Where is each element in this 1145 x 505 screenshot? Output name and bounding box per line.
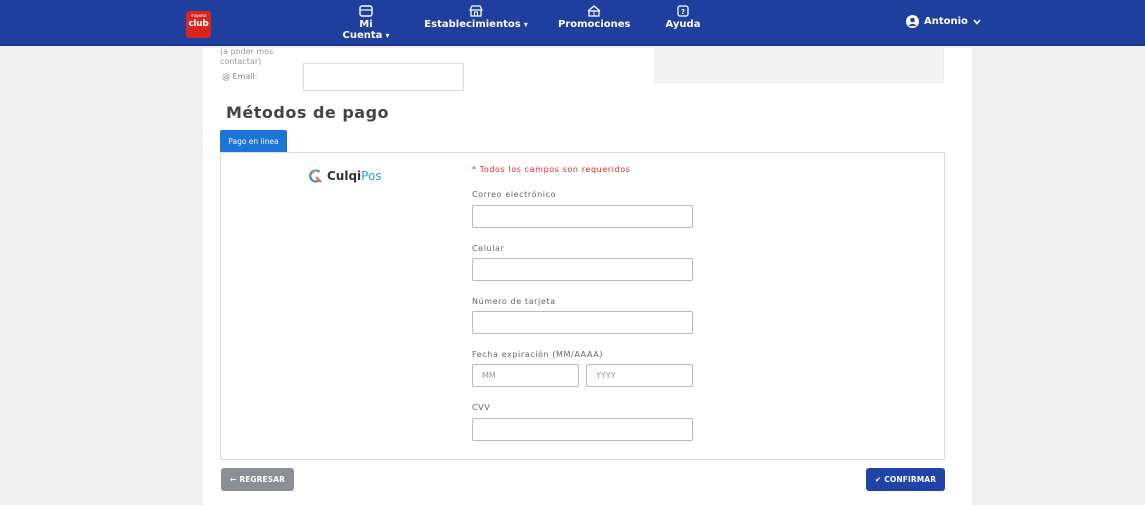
- phone-field[interactable]: [472, 258, 693, 281]
- confirm-button[interactable]: ✔ CONFIRMAR: [866, 468, 945, 491]
- back-button-label: REGRESAR: [239, 475, 286, 484]
- nav-establecimientos[interactable]: Establecimientos ▾: [421, 5, 531, 30]
- check-icon: ✔: [874, 475, 882, 484]
- chevron-down-icon: ▾: [385, 31, 390, 40]
- cvv-label: CVV: [472, 403, 491, 412]
- contact-partial-line-1: (a poder mos: [220, 47, 274, 56]
- payment-panel: [220, 152, 945, 460]
- card-number-field[interactable]: [472, 311, 693, 334]
- chevron-down-icon: ▾: [523, 20, 528, 29]
- email-field-label: Correo electrónico: [472, 190, 557, 199]
- top-navbar: mayorsa club Mi Cuenta ▾ Establecimientos…: [0, 0, 1145, 46]
- expiry-label: Fecha expiración (MM/AAAA): [472, 350, 604, 359]
- contact-email-input[interactable]: [303, 63, 464, 91]
- nav-mi-cuenta-label: Mi Cuenta: [342, 19, 383, 41]
- logo-top-text: mayorsa: [190, 13, 207, 18]
- nav-mi-cuenta[interactable]: Mi Cuenta ▾: [336, 5, 396, 41]
- culqi-pos-logo: Culqi Pos: [308, 168, 382, 184]
- user-menu[interactable]: Antonio: [906, 15, 981, 28]
- contact-partial-line-2: contactar): [220, 57, 262, 66]
- user-name: Antonio: [924, 16, 968, 27]
- nav-ayuda[interactable]: ? Ayuda: [662, 5, 704, 30]
- user-avatar-icon: [906, 15, 919, 28]
- expiry-year-field[interactable]: [586, 364, 693, 387]
- expiry-month-field[interactable]: [472, 364, 579, 387]
- section-title: Métodos de pago: [226, 103, 390, 122]
- contact-email-label: @ Email:: [222, 72, 258, 81]
- nav-ayuda-label: Ayuda: [665, 19, 701, 30]
- culqi-brand: Culqi: [327, 169, 362, 183]
- arrow-left-icon: ←: [229, 475, 237, 484]
- email-field[interactable]: [472, 205, 693, 228]
- store-icon: [469, 5, 483, 17]
- required-note: * Todos los campos son requeridos: [472, 165, 631, 174]
- club-logo[interactable]: mayorsa club: [186, 11, 211, 38]
- confirm-button-label: CONFIRMAR: [884, 475, 937, 484]
- nav-promociones[interactable]: Promociones: [558, 5, 631, 30]
- help-icon: ?: [677, 5, 689, 17]
- logo-text: club: [188, 19, 209, 29]
- tab-pago-en-linea[interactable]: Pago en linea: [220, 130, 287, 152]
- culqi-logo-icon: [309, 169, 322, 183]
- culqi-pos-suffix: Pos: [361, 169, 382, 183]
- card-icon: [359, 5, 373, 17]
- cvv-field[interactable]: [472, 418, 693, 441]
- nav-establecimientos-label: Establecimientos: [424, 19, 521, 30]
- contact-partial-label: (a poder mos contactar): [220, 47, 273, 67]
- back-button[interactable]: ← REGRESAR: [221, 468, 294, 491]
- chevron-down-icon: [973, 18, 981, 25]
- svg-text:?: ?: [681, 8, 685, 16]
- summary-panel: [654, 48, 944, 83]
- nav-promociones-label: Promociones: [558, 19, 631, 30]
- phone-field-label: Celular: [472, 244, 505, 253]
- gift-icon: [587, 5, 601, 17]
- card-number-label: Número de tarjeta: [472, 297, 556, 306]
